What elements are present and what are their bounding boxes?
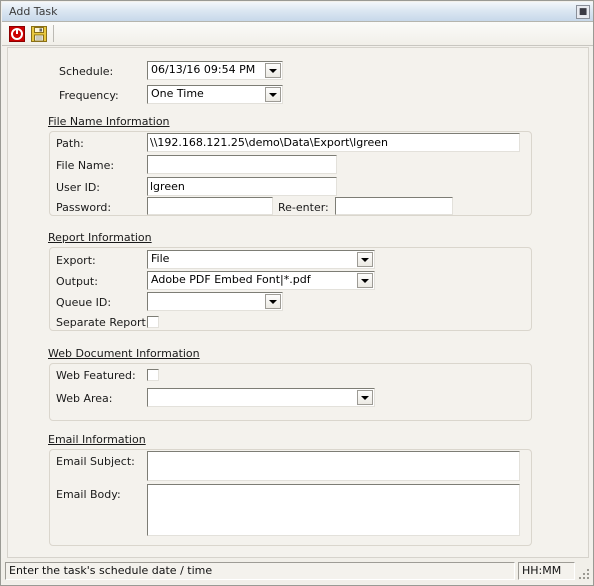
report-information-title: Report Information bbox=[48, 231, 152, 244]
output-combo[interactable]: Adobe PDF Embed Font|*.pdf bbox=[147, 271, 375, 290]
reenter-password-input[interactable] bbox=[335, 197, 453, 215]
email-body-input[interactable] bbox=[147, 484, 520, 536]
close-button[interactable]: ■ bbox=[576, 5, 590, 19]
status-message: Enter the task's schedule date / time bbox=[5, 562, 515, 580]
chevron-down-icon[interactable] bbox=[357, 273, 373, 288]
file-name-information-title: File Name Information bbox=[48, 115, 170, 128]
chevron-down-icon[interactable] bbox=[357, 252, 373, 267]
output-label: Output: bbox=[56, 275, 98, 288]
toolbar-separator bbox=[53, 25, 54, 42]
close-icon: ■ bbox=[578, 6, 588, 17]
chevron-down-icon[interactable] bbox=[265, 294, 281, 309]
chevron-down-icon[interactable] bbox=[265, 63, 281, 78]
user-id-label: User ID: bbox=[56, 181, 100, 194]
email-body-label: Email Body: bbox=[56, 488, 121, 501]
export-label: Export: bbox=[56, 254, 96, 267]
web-featured-checkbox[interactable] bbox=[147, 369, 159, 381]
password-label: Password: bbox=[56, 201, 112, 214]
titlebar: Add Task ■ bbox=[2, 2, 593, 22]
email-subject-label: Email Subject: bbox=[56, 455, 135, 468]
file-name-label: File Name: bbox=[56, 159, 115, 172]
web-area-label: Web Area: bbox=[56, 392, 113, 405]
file-name-input[interactable] bbox=[147, 155, 337, 174]
status-time-format: HH:MM bbox=[518, 562, 575, 580]
separate-report-checkbox[interactable] bbox=[147, 316, 159, 328]
password-input[interactable] bbox=[147, 197, 273, 215]
statusbar: Enter the task's schedule date / time HH… bbox=[2, 558, 593, 584]
schedule-label: Schedule: bbox=[59, 65, 114, 78]
email-information-title: Email Information bbox=[48, 433, 146, 446]
web-area-combo[interactable] bbox=[147, 388, 375, 407]
queue-id-label: Queue ID: bbox=[56, 296, 112, 309]
form-panel: Schedule: 06/13/16 09:54 PM Frequency: O… bbox=[7, 47, 589, 558]
path-label: Path: bbox=[56, 137, 84, 150]
web-featured-label: Web Featured: bbox=[56, 369, 136, 382]
chevron-down-icon[interactable] bbox=[357, 390, 373, 405]
export-value: File bbox=[151, 252, 170, 265]
separate-report-label: Separate Report : bbox=[56, 316, 153, 329]
cancel-icon[interactable] bbox=[9, 26, 25, 42]
toolbar bbox=[2, 22, 593, 46]
frequency-combo[interactable]: One Time bbox=[147, 85, 283, 104]
path-input[interactable]: \\192.168.121.25\demo\Data\Export\lgreen bbox=[147, 133, 520, 152]
reenter-label: Re-enter: bbox=[278, 201, 329, 214]
chevron-down-icon[interactable] bbox=[265, 87, 281, 102]
schedule-value: 06/13/16 09:54 PM bbox=[151, 63, 256, 76]
schedule-combo[interactable]: 06/13/16 09:54 PM bbox=[147, 61, 283, 80]
output-value: Adobe PDF Embed Font|*.pdf bbox=[151, 273, 311, 286]
export-combo[interactable]: File bbox=[147, 250, 375, 269]
user-id-input[interactable]: lgreen bbox=[147, 177, 337, 196]
web-document-information-title: Web Document Information bbox=[48, 347, 200, 360]
resize-grip[interactable] bbox=[578, 568, 591, 581]
queue-id-combo[interactable] bbox=[147, 292, 283, 311]
add-task-window: Add Task ■ Schedule: 06/13/16 09:54 PM F… bbox=[0, 0, 594, 586]
frequency-label: Frequency: bbox=[59, 89, 119, 102]
save-icon[interactable] bbox=[31, 26, 47, 42]
frequency-value: One Time bbox=[151, 87, 204, 100]
window-title: Add Task bbox=[9, 5, 58, 18]
email-subject-input[interactable] bbox=[147, 451, 520, 481]
